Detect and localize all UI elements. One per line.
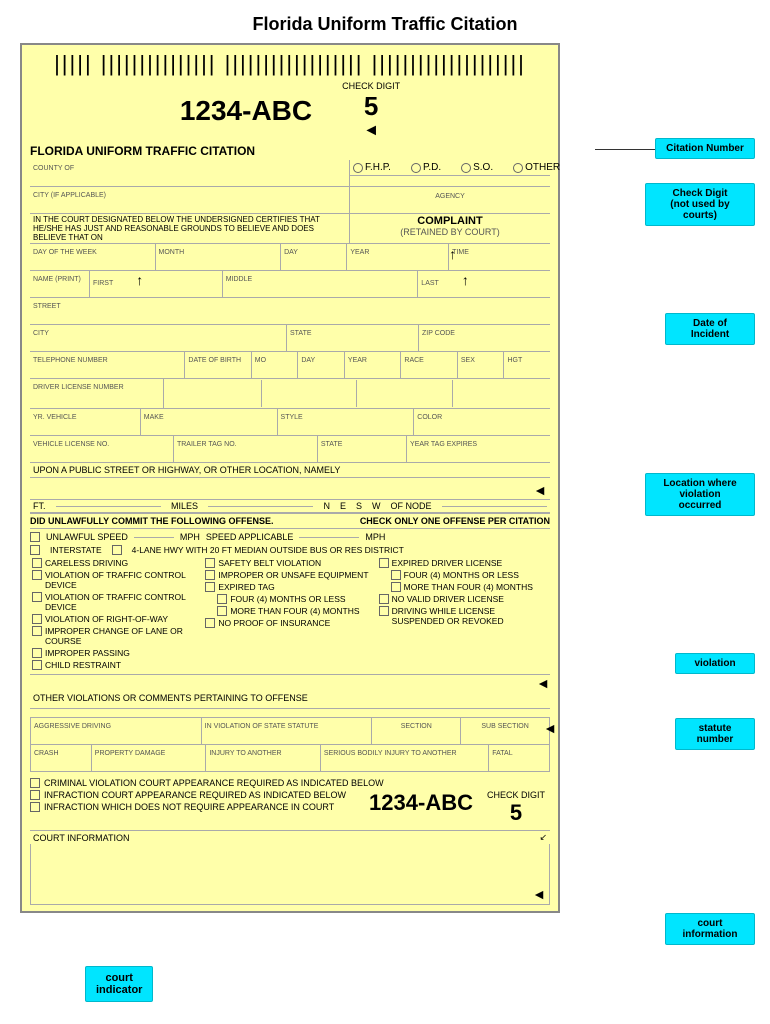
careless-driving-checkbox[interactable] xyxy=(32,558,42,568)
retained-label: (RETAINED BY COURT) xyxy=(353,227,547,237)
citation-form: ||||| ||||||||||||||| ||||||||||||||||||… xyxy=(20,43,560,913)
day-field[interactable] xyxy=(284,257,343,269)
miles-label: MILES xyxy=(171,501,198,511)
violations-col-1: CARELESS DRIVING VIOLATION OF TRAFFIC CO… xyxy=(30,558,203,672)
city-state-label: CITY xyxy=(33,330,49,337)
so-radio[interactable]: S.O. xyxy=(461,162,493,173)
criminal-violation-checkbox[interactable] xyxy=(30,778,40,788)
driver-license-label: DRIVER LICENSE NUMBER xyxy=(33,384,124,391)
court-info-field[interactable] xyxy=(34,846,546,886)
month-field[interactable] xyxy=(159,257,278,269)
location-callout: Location where violation occurred xyxy=(645,473,755,516)
date-of-incident-callout: Date of Incident xyxy=(665,313,755,345)
violations-header-right: CHECK ONLY ONE OFFENSE PER CITATION xyxy=(360,516,550,526)
more-four-months-1-checkbox[interactable] xyxy=(217,606,227,616)
barcode: ||||| ||||||||||||||| ||||||||||||||||||… xyxy=(30,51,550,77)
driving-suspended-checkbox[interactable] xyxy=(379,606,389,616)
year-label: YEAR xyxy=(350,249,369,256)
aggressive-driving-label: AGGRESSIVE DRIVING xyxy=(34,723,111,730)
bottom-check-digit: 5 xyxy=(510,800,522,826)
child-restraint-checkbox[interactable] xyxy=(32,660,42,670)
violations-header-left: DID UNLAWFULLY COMMIT THE FOLLOWING OFFE… xyxy=(30,516,274,526)
four-months-less-1-checkbox[interactable] xyxy=(217,594,227,604)
county-label: COUNTY OF xyxy=(33,165,74,172)
name-print-label: NAME (PRINT) xyxy=(33,276,81,283)
traffic-control-2-checkbox[interactable] xyxy=(32,592,42,602)
bottom-citation-number: 1234-ABC xyxy=(369,790,473,816)
pd-radio[interactable]: P.D. xyxy=(411,162,441,173)
agency-type-row: F.H.P. P.D. S.O. OTHER xyxy=(350,160,550,176)
street-field[interactable] xyxy=(33,311,547,323)
middle-label: MIDDLE xyxy=(226,276,252,283)
expired-tag-checkbox[interactable] xyxy=(205,582,215,592)
court-indicator-callout: court indicator xyxy=(85,966,153,1002)
court-appearance-section: CRIMINAL VIOLATION COURT APPEARANCE REQU… xyxy=(30,778,550,826)
last-label: LAST xyxy=(421,280,439,287)
page-title: Florida Uniform Traffic Citation xyxy=(0,0,770,43)
day-label: DAY xyxy=(284,249,298,256)
time-field[interactable] xyxy=(452,257,547,269)
county-field[interactable] xyxy=(33,173,346,185)
interstate-row: INTERSTATE 4-LANE HWY WITH 20 FT MEDIAN … xyxy=(30,545,550,555)
violations-section: DID UNLAWFULLY COMMIT THE FOLLOWING OFFE… xyxy=(30,513,550,774)
check-digit-callout: Check Digit (not used by courts) xyxy=(645,183,755,226)
city-label: CITY (IF APPLICABLE) xyxy=(33,192,106,199)
more-four-months-2-checkbox[interactable] xyxy=(391,582,401,592)
in-violation-label: IN VIOLATION OF STATE STATUTE xyxy=(205,723,319,730)
four-lane-checkbox[interactable] xyxy=(112,545,122,555)
form-title: FLORIDA UNIFORM TRAFFIC CITATION xyxy=(30,144,550,158)
ft-label: FT. xyxy=(33,501,46,511)
location-text: UPON A PUBLIC STREET OR HIGHWAY, OR OTHE… xyxy=(30,463,550,478)
statute-callout: statute number xyxy=(675,718,755,750)
state-label: STATE xyxy=(290,330,312,337)
other-radio[interactable]: OTHER xyxy=(513,162,560,173)
citation-number-row: 1234-ABC CHECK DIGIT 5 ◄ xyxy=(30,81,550,140)
agency-label: AGENCY xyxy=(435,193,465,200)
unsafe-equipment-checkbox[interactable] xyxy=(205,570,215,580)
tel-label: TELEPHONE NUMBER xyxy=(33,357,108,364)
safety-belt-checkbox[interactable] xyxy=(205,558,215,568)
city-field[interactable] xyxy=(33,200,346,212)
no-proof-insurance-checkbox[interactable] xyxy=(205,618,215,628)
zip-label: ZIP CODE xyxy=(422,330,455,337)
traffic-control-1-checkbox[interactable] xyxy=(32,570,42,580)
improper-passing-checkbox[interactable] xyxy=(32,648,42,658)
court-information-callout: court information xyxy=(665,913,755,945)
citation-number: 1234-ABC xyxy=(180,95,312,127)
expired-license-checkbox[interactable] xyxy=(379,558,389,568)
complaint-label: COMPLAINT xyxy=(353,215,547,227)
unlawful-speed-checkbox[interactable] xyxy=(30,532,40,542)
day-of-week-label: DAY OF THE WEEK xyxy=(33,249,97,256)
year-field[interactable] xyxy=(350,257,445,269)
right-of-way-checkbox[interactable] xyxy=(32,614,42,624)
citation-number-callout: Citation Number xyxy=(655,138,755,159)
speed-row: UNLAWFUL SPEED MPH SPEED APPLICABLE MPH xyxy=(30,532,550,542)
other-violations-label: OTHER VIOLATIONS OR COMMENTS PERTAINING … xyxy=(33,693,308,703)
day-of-week-field[interactable] xyxy=(33,257,152,269)
street-label: STREET xyxy=(33,303,61,310)
interstate-checkbox[interactable] xyxy=(30,545,40,555)
four-months-less-2-checkbox[interactable] xyxy=(391,570,401,580)
infraction-court-checkbox[interactable] xyxy=(30,790,40,800)
violation-callout: violation xyxy=(675,653,755,674)
dob-label: DATE OF BIRTH xyxy=(188,357,241,364)
court-info-label: COURT INFORMATION xyxy=(33,833,130,843)
no-appearance-checkbox[interactable] xyxy=(30,802,40,812)
lane-change-checkbox[interactable] xyxy=(32,626,42,636)
middle-field[interactable] xyxy=(226,284,415,296)
no-valid-license-checkbox[interactable] xyxy=(379,594,389,604)
check-digit-value: 5 xyxy=(364,91,378,122)
fhp-radio[interactable]: F.H.P. xyxy=(353,162,391,173)
month-label: MONTH xyxy=(159,249,185,256)
street-row: STREET xyxy=(30,298,550,325)
violations-col-2: SAFETY BELT VIOLATION IMPROPER OR UNSAFE… xyxy=(203,558,376,672)
complaint-text: IN THE COURT DESIGNATED BELOW THE UNDERS… xyxy=(30,214,350,243)
check-digit-box: CHECK DIGIT 5 ◄ xyxy=(342,81,400,140)
first-label: FIRST xyxy=(93,280,113,287)
violations-col-3: EXPIRED DRIVER LICENSE FOUR (4) MONTHS O… xyxy=(377,558,550,672)
